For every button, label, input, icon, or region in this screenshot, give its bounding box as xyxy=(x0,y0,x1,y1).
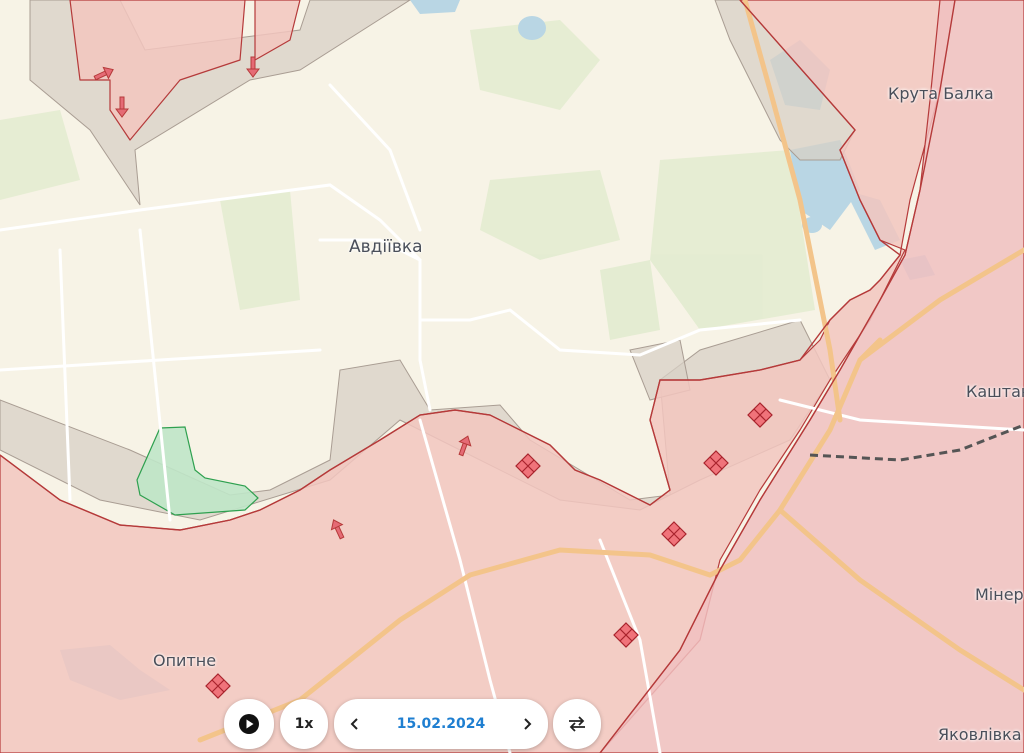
place-label-kruta-balka: Крута Балка xyxy=(888,84,994,103)
speed-label: 1x xyxy=(294,716,314,732)
compare-button[interactable] xyxy=(553,699,601,749)
current-date[interactable]: 15.02.2024 xyxy=(397,716,486,732)
swap-arrows-icon xyxy=(567,715,587,733)
speed-button[interactable]: 1x xyxy=(280,699,328,749)
play-button[interactable] xyxy=(224,699,274,749)
place-label-opytne: Опитне xyxy=(153,651,217,670)
place-label-minerals: Мінер xyxy=(975,585,1024,604)
place-label-yakovlivka: Яковлівка xyxy=(938,725,1022,744)
chevron-right-icon[interactable] xyxy=(520,717,534,731)
place-label-avdiivka: Авдіївка xyxy=(349,237,423,257)
map-canvas[interactable] xyxy=(0,0,1024,753)
place-label-kashtanove: Каштан xyxy=(966,382,1024,401)
date-navigator: 15.02.2024 xyxy=(334,699,548,749)
chevron-left-icon[interactable] xyxy=(348,717,362,731)
play-icon xyxy=(238,713,260,735)
